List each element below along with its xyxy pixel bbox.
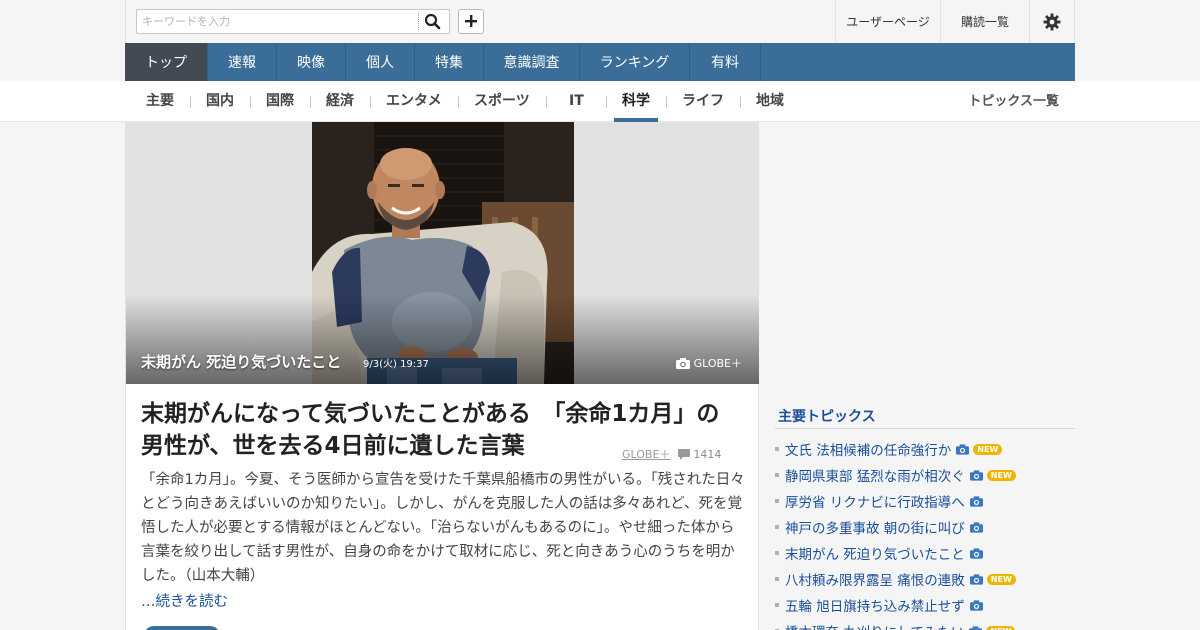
- hero-source: GLOBE＋: [675, 355, 742, 371]
- new-badge: NEW: [986, 573, 1016, 585]
- user-page-link[interactable]: ユーザーページ: [835, 0, 940, 43]
- hero-title[interactable]: 末期がん 死迫り気づいたこと: [141, 351, 341, 372]
- sub-nav-item-science[interactable]: 科学: [614, 81, 658, 122]
- topic-title[interactable]: 橋本環奈 丸刈りにしてみたい: [785, 621, 964, 630]
- main-column: 末期がん 死迫り気づいたこと 9/3(火) 19:37 GLOBE＋ 末期がんに…: [125, 122, 759, 630]
- camera-icon: [969, 521, 983, 533]
- settings-button[interactable]: [1029, 0, 1074, 43]
- camera-icon: [969, 547, 983, 559]
- main-nav-item-ranking[interactable]: ランキング: [580, 43, 690, 81]
- sub-nav-item-entertainment[interactable]: エンタメ: [386, 81, 442, 122]
- topic-item[interactable]: 八村頼み限界露呈 痛恨の連敗 NEW: [775, 566, 1075, 592]
- comment-icon: [678, 448, 691, 460]
- topic-title[interactable]: 八村頼み限界露呈 痛恨の連敗: [785, 569, 965, 589]
- main-nav-item-video[interactable]: 映像: [277, 43, 346, 81]
- bullet-icon: [775, 603, 779, 607]
- camera-icon: [969, 573, 983, 585]
- sub-nav: 主要 国内 国際 経済 エンタメ スポーツ IT 科学 ライフ 地域 トピックス…: [0, 81, 1200, 122]
- main-nav-item-individual[interactable]: 個人: [346, 43, 415, 81]
- sub-nav-separator: [546, 96, 547, 108]
- sub-nav-item-local[interactable]: 地域: [756, 81, 784, 122]
- topic-item[interactable]: 厚労省 リクナビに行政指導へ: [775, 488, 1075, 514]
- plus-icon: [465, 15, 477, 27]
- add-button[interactable]: [458, 9, 484, 34]
- top-bar: ユーザーページ 購読一覧: [0, 0, 1200, 43]
- topic-item[interactable]: 橋本環奈 丸刈りにしてみたい NEW: [775, 618, 1075, 630]
- article-lead: 「余命1カ月」。今夏、そう医師から宣告を受けた千葉県船橋市の男性がいる。「残され…: [141, 472, 745, 584]
- main-nav-item-breaking[interactable]: 速報: [208, 43, 277, 81]
- search-separator: [418, 13, 419, 30]
- comment-count-value: 1414: [693, 447, 722, 461]
- subscriptions-link[interactable]: 購読一覧: [940, 0, 1029, 43]
- hero-date: 9/3(火) 19:37: [363, 359, 429, 370]
- bullet-icon: [775, 499, 779, 503]
- topic-item[interactable]: 静岡県東部 猛烈な雨が相次ぐ NEW: [775, 462, 1075, 488]
- topic-title[interactable]: 文氏 法相候補の任命強行か: [785, 439, 951, 459]
- sidebar: 主要トピックス 文氏 法相候補の任命強行か NEW 静岡県東部 猛烈な雨が相次ぐ NE…: [759, 122, 1075, 630]
- gear-icon: [1043, 13, 1061, 30]
- comment-count[interactable]: 1414: [678, 448, 721, 461]
- article-source-link[interactable]: GLOBE＋: [622, 446, 670, 462]
- bullet-icon: [775, 473, 779, 477]
- camera-icon: [969, 599, 983, 611]
- camera-icon: [675, 357, 690, 369]
- main-nav-item-features[interactable]: 特集: [415, 43, 484, 81]
- sub-nav-separator: [190, 96, 191, 108]
- new-badge: NEW: [986, 469, 1016, 481]
- search-button[interactable]: [424, 13, 444, 30]
- sub-nav-separator: [250, 96, 251, 108]
- main-nav: トップ 速報 映像 個人 特集 意識調査 ランキング 有料: [125, 43, 1075, 81]
- topic-title[interactable]: 末期がん 死迫り気づいたこと: [785, 543, 965, 563]
- sub-nav-separator: [606, 96, 607, 108]
- topic-item[interactable]: 五輪 旭日旗持ち込み禁止せず: [775, 592, 1075, 618]
- topic-title[interactable]: 五輪 旭日旗持ち込み禁止せず: [785, 595, 965, 615]
- sub-nav-item-sports[interactable]: スポーツ: [474, 81, 530, 122]
- sub-nav-separator: [666, 96, 667, 108]
- search-box: [136, 9, 450, 34]
- bullet-icon: [775, 577, 779, 581]
- sub-nav-item-world[interactable]: 国際: [266, 81, 294, 122]
- main-nav-item-paid[interactable]: 有料: [690, 43, 761, 81]
- sub-nav-item-main[interactable]: 主要: [146, 81, 174, 122]
- sub-nav-inner: 主要 国内 国際 経済 エンタメ スポーツ IT 科学 ライフ 地域 トピックス…: [125, 81, 1075, 122]
- new-badge: NEW: [973, 443, 1003, 455]
- sub-nav-item-life[interactable]: ライフ: [682, 81, 724, 122]
- main-topics-heading[interactable]: 主要トピックス: [778, 406, 876, 426]
- hero-image-area[interactable]: 末期がん 死迫り気づいたこと 9/3(火) 19:37 GLOBE＋: [126, 122, 759, 384]
- top-bar-inner: ユーザーページ 購読一覧: [125, 0, 1075, 43]
- sub-nav-separator: [458, 96, 459, 108]
- bullet-icon: [775, 525, 779, 529]
- sub-nav-separator: [370, 96, 371, 108]
- main-nav-item-survey[interactable]: 意識調査: [484, 43, 580, 81]
- search-input[interactable]: [137, 10, 417, 33]
- main-nav-item-top[interactable]: トップ: [125, 43, 208, 81]
- sub-nav-item-economy[interactable]: 経済: [326, 81, 354, 122]
- topic-title[interactable]: 神戸の多重事故 朝の街に叫び: [785, 517, 965, 537]
- sub-nav-item-domestic[interactable]: 国内: [206, 81, 234, 122]
- topic-item[interactable]: 文氏 法相候補の任命強行か NEW: [775, 436, 1075, 462]
- topic-item[interactable]: 末期がん 死迫り気づいたこと: [775, 540, 1075, 566]
- topic-list-link[interactable]: トピックス一覧: [968, 81, 1059, 122]
- camera-icon: [969, 625, 983, 630]
- topic-title[interactable]: 厚労省 リクナビに行政指導へ: [785, 491, 965, 511]
- hero-source-label: GLOBE＋: [693, 357, 742, 370]
- camera-icon: [969, 469, 983, 481]
- bullet-icon: [775, 551, 779, 555]
- main-topics-divider: [775, 428, 1075, 429]
- read-more-link[interactable]: …続きを読む: [141, 590, 228, 611]
- camera-icon: [956, 443, 970, 455]
- camera-icon: [969, 495, 983, 507]
- partial-button[interactable]: [144, 626, 220, 630]
- search-icon: [424, 13, 441, 30]
- sub-nav-separator: [310, 96, 311, 108]
- new-badge: NEW: [986, 625, 1016, 630]
- topic-title[interactable]: 静岡県東部 猛烈な雨が相次ぐ: [785, 465, 965, 485]
- user-links: ユーザーページ 購読一覧: [835, 0, 1074, 43]
- sub-nav-separator: [740, 96, 741, 108]
- bullet-icon: [775, 447, 779, 451]
- sub-nav-item-it[interactable]: IT: [569, 81, 584, 122]
- topic-item[interactable]: 神戸の多重事故 朝の街に叫び: [775, 514, 1075, 540]
- main-topics-list: 文氏 法相候補の任命強行か NEW 静岡県東部 猛烈な雨が相次ぐ NEW 厚労省 リクナ…: [775, 436, 1075, 630]
- article-meta: GLOBE＋ 1414: [622, 446, 721, 462]
